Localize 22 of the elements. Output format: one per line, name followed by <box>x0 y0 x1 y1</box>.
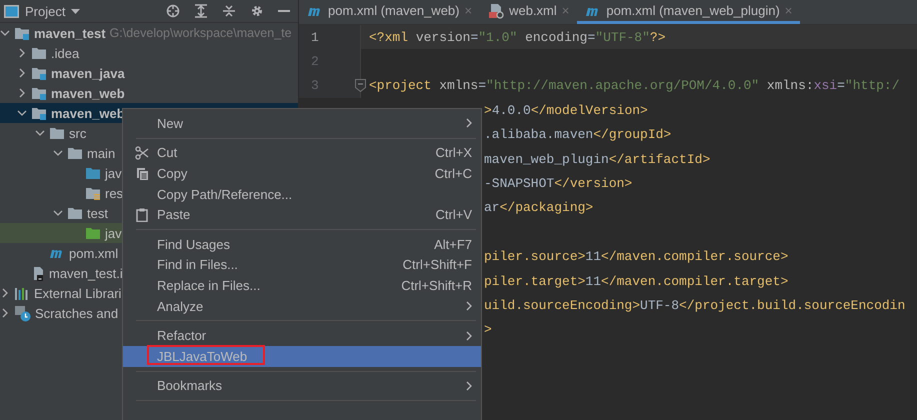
code-line: <project xmlns="http://maven.apache.org/POM/4.0.0" xmlns:xsi="http:/ <box>369 78 900 94</box>
code-line: <?xml version="1.0" encoding="UTF-8"?> <box>369 30 666 45</box>
code-line: >4.0.0</modelVersion> <box>484 102 648 118</box>
line-number: 1 <box>310 30 319 45</box>
shortcut-label: Ctrl+Shift+F <box>402 257 472 272</box>
tab-label: pom.xml (maven_web) <box>328 3 460 18</box>
shortcut-label: Ctrl+Shift+R <box>401 278 472 293</box>
code-line: piler.source>11</maven.compiler.source> <box>484 249 788 264</box>
shortcut-label: Ctrl+V <box>436 207 472 222</box>
code-line: ar</packaging> <box>484 200 594 216</box>
code-line: > <box>484 322 492 338</box>
shortcut-label: Alt+F7 <box>434 236 472 252</box>
code-line: uild.sourceEncoding>UTF-8</project.build.sourceEncodin <box>484 298 906 313</box>
code-line: maven_web_plugin</artifactId> <box>484 152 710 167</box>
tab-label: web.xml <box>509 3 557 18</box>
shortcut-label: Ctrl+X <box>436 145 472 160</box>
tab-label: pom.xml (maven_web_plugin) <box>606 3 780 18</box>
code-line: piler.target>11</maven.compiler.target> <box>484 274 788 289</box>
code-line: .alibaba.maven</groupId> <box>484 127 672 142</box>
shortcut-label: Ctrl+C <box>434 166 472 181</box>
project-path: G:\develop\workspace\maven_te <box>110 26 292 40</box>
code-line: -SNAPSHOT</version> <box>484 176 632 192</box>
